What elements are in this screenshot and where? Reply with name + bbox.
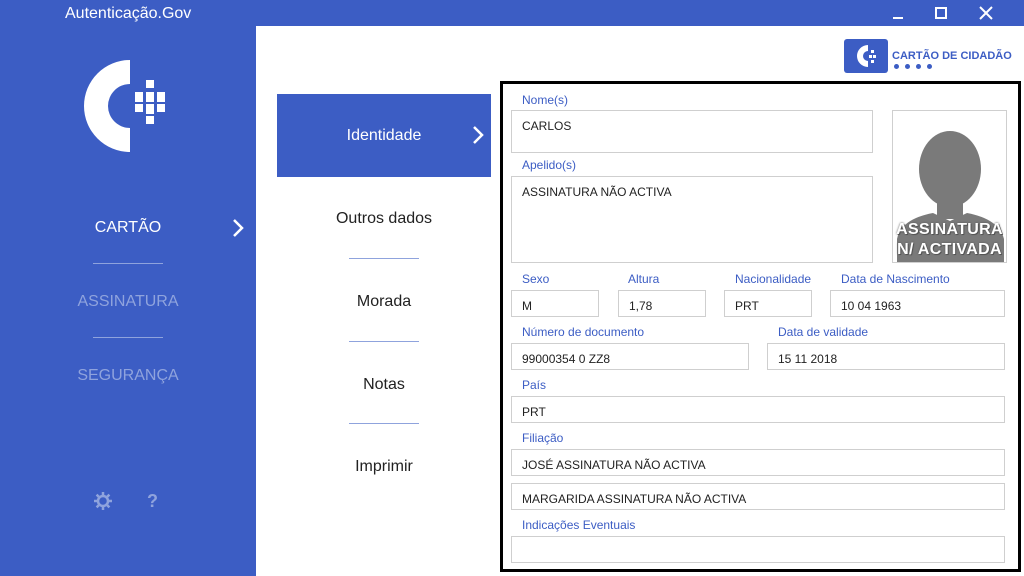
tab-imprimir[interactable]: Imprimir — [277, 425, 491, 508]
filiacao-label: Filiação — [522, 431, 564, 445]
help-button[interactable]: ? — [147, 491, 158, 512]
filiacao-pai-field[interactable]: JOSÉ ASSINATURA NÃO ACTIVA — [511, 449, 1005, 476]
documento-field[interactable]: 99000354 0 ZZ8 — [511, 343, 749, 370]
filiacao-mae-field[interactable]: MARGARIDA ASSINATURA NÃO ACTIVA — [511, 483, 1005, 510]
close-button[interactable] — [966, 0, 1006, 26]
tab-divider — [349, 258, 419, 259]
main-content: CARTÃO DE CIDADÃO Identidade Outros dado… — [256, 26, 1024, 576]
tab-outros-dados[interactable]: Outros dados — [277, 177, 491, 260]
nascimento-label: Data de Nascimento — [841, 272, 950, 286]
tab-label: Outros dados — [335, 209, 433, 227]
tab-divider — [349, 341, 419, 342]
help-icon: ? — [147, 491, 158, 511]
indicacoes-label: Indicações Eventuais — [522, 518, 636, 532]
brand-label: CARTÃO DE CIDADÃO — [892, 50, 1012, 62]
altura-field[interactable]: 1,78 — [618, 290, 706, 317]
validade-field[interactable]: 15 11 2018 — [767, 343, 1005, 370]
sidebar: CARTÃO ASSINATURA SEGURANÇA ? — [0, 26, 256, 576]
tab-label: Imprimir — [355, 457, 413, 475]
indicacoes-field[interactable] — [511, 536, 1005, 563]
identity-panel: Nome(s) CARLOS Apelido(s) ASSINATURA NÃO… — [500, 81, 1021, 572]
sidebar-divider — [93, 263, 163, 264]
settings-button[interactable] — [93, 491, 113, 516]
citizen-photo: ASSINATURA N/ ACTIVADA — [892, 110, 1007, 263]
brand-dots — [894, 64, 932, 69]
validade-label: Data de validade — [778, 325, 869, 339]
tab-morada[interactable]: Morada — [277, 260, 491, 343]
photo-status-line1: ASSINATURA — [896, 221, 1003, 238]
cartao-cidadao-brand: CARTÃO DE CIDADÃO — [844, 38, 1014, 74]
cartao-logo-icon — [844, 39, 888, 73]
sexo-field[interactable]: M — [511, 290, 599, 317]
nascimento-field[interactable]: 10 04 1963 — [830, 290, 1005, 317]
sexo-label: Sexo — [522, 272, 550, 286]
apelido-field[interactable]: ASSINATURA NÃO ACTIVA — [511, 176, 873, 263]
maximize-button[interactable] — [921, 0, 961, 26]
pais-label: País — [522, 378, 547, 392]
minimize-icon — [893, 17, 903, 19]
tab-identidade[interactable]: Identidade — [277, 94, 491, 177]
window-title: Autenticação.Gov — [65, 5, 192, 22]
maximize-icon — [935, 7, 947, 19]
app-logo-icon — [84, 60, 165, 152]
tab-label: Morada — [356, 292, 412, 310]
sidebar-divider — [93, 337, 163, 338]
chevron-right-icon — [233, 219, 244, 237]
nacionalidade-field[interactable]: PRT — [724, 290, 812, 317]
chevron-right-icon — [473, 126, 484, 144]
tab-label: Identidade — [346, 126, 422, 144]
nome-field[interactable]: CARLOS — [511, 110, 873, 153]
minimize-button[interactable] — [878, 0, 918, 26]
nacionalidade-label: Nacionalidade — [735, 272, 812, 286]
tab-label: Notas — [363, 375, 405, 393]
sidebar-item-seguranca[interactable]: SEGURANÇA — [0, 367, 256, 385]
pais-field[interactable]: PRT — [511, 396, 1005, 423]
sidebar-item-cartao[interactable]: CARTÃO — [0, 219, 256, 237]
nome-label: Nome(s) — [522, 93, 569, 107]
documento-label: Número de documento — [522, 325, 645, 339]
close-icon — [979, 6, 993, 20]
altura-label: Altura — [628, 272, 660, 286]
tab-divider — [349, 423, 419, 424]
photo-status-line2: N/ ACTIVADA — [897, 241, 1002, 258]
tab-notas[interactable]: Notas — [277, 343, 491, 426]
apelido-label: Apelido(s) — [522, 158, 577, 172]
gear-icon — [94, 492, 112, 510]
sidebar-item-assinatura[interactable]: ASSINATURA — [0, 293, 256, 311]
